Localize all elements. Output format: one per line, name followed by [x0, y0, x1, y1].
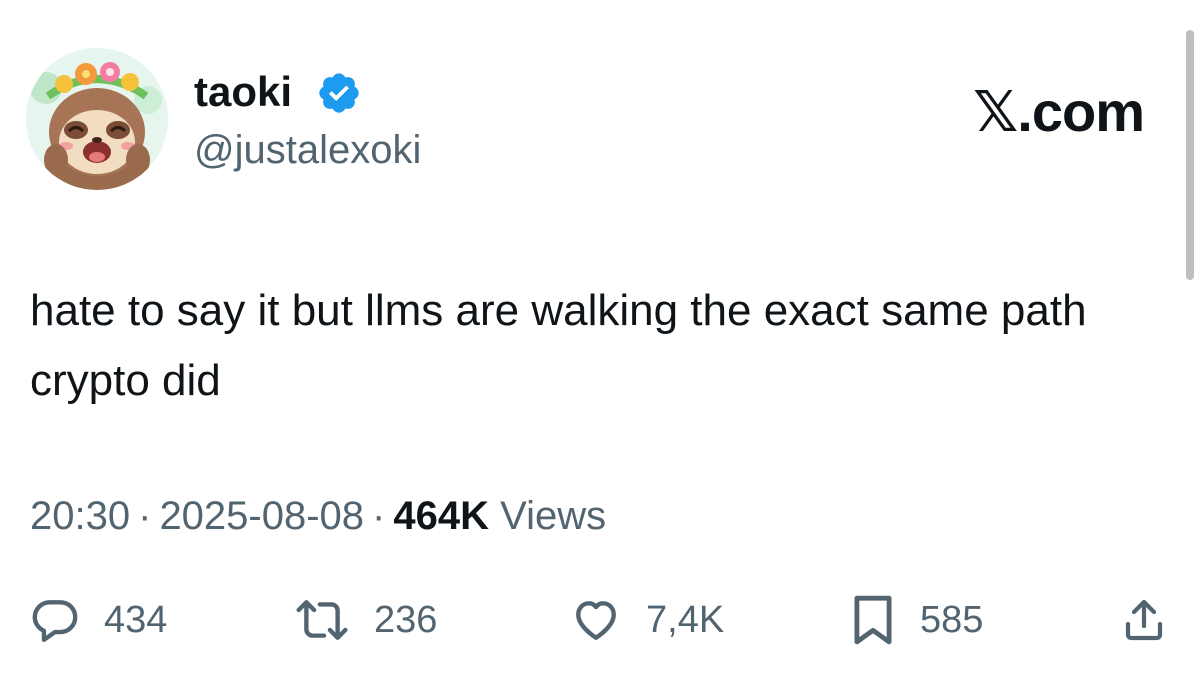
author-handle[interactable]: @justalexoki — [194, 126, 421, 174]
reply-icon — [32, 600, 78, 642]
tweet-card: taoki @justalexoki 𝕏.com hate to say it … — [0, 0, 1200, 689]
like-count: 7,4K — [646, 599, 725, 641]
views-count: 464K — [393, 494, 489, 538]
scrollbar-thumb[interactable] — [1186, 30, 1194, 280]
tweet-text: hate to say it but llms are walking the … — [30, 286, 1087, 405]
retweet-button[interactable]: 236 — [294, 588, 437, 652]
tweet-date[interactable]: 2025-08-08 — [159, 494, 364, 538]
share-button[interactable] — [1120, 588, 1168, 652]
verified-badge-icon — [319, 73, 359, 113]
sloth-avatar-icon[interactable] — [26, 48, 168, 190]
views-label: Views — [500, 494, 607, 538]
action-bar: 434 236 7,4K 585 — [30, 588, 1180, 652]
like-button[interactable]: 7,4K — [570, 588, 724, 652]
share-icon — [1125, 599, 1163, 641]
tweet-time[interactable]: 20:30 — [30, 494, 130, 538]
bookmark-button[interactable]: 585 — [850, 588, 983, 652]
author-display-name[interactable]: taoki — [194, 68, 292, 116]
bookmark-count: 585 — [920, 599, 984, 641]
retweet-icon — [296, 600, 348, 640]
heart-icon — [576, 601, 616, 640]
meta-separator: · — [138, 494, 152, 538]
retweet-count: 236 — [374, 599, 438, 641]
reply-button[interactable]: 434 — [30, 588, 167, 652]
meta-separator: · — [372, 494, 386, 538]
tweet-meta: 20:30 · 2025-08-08 · 464K Views — [30, 490, 606, 542]
reply-count: 434 — [104, 599, 168, 641]
bookmark-icon — [854, 595, 892, 645]
x-brand-label: 𝕏.com — [973, 80, 1145, 143]
